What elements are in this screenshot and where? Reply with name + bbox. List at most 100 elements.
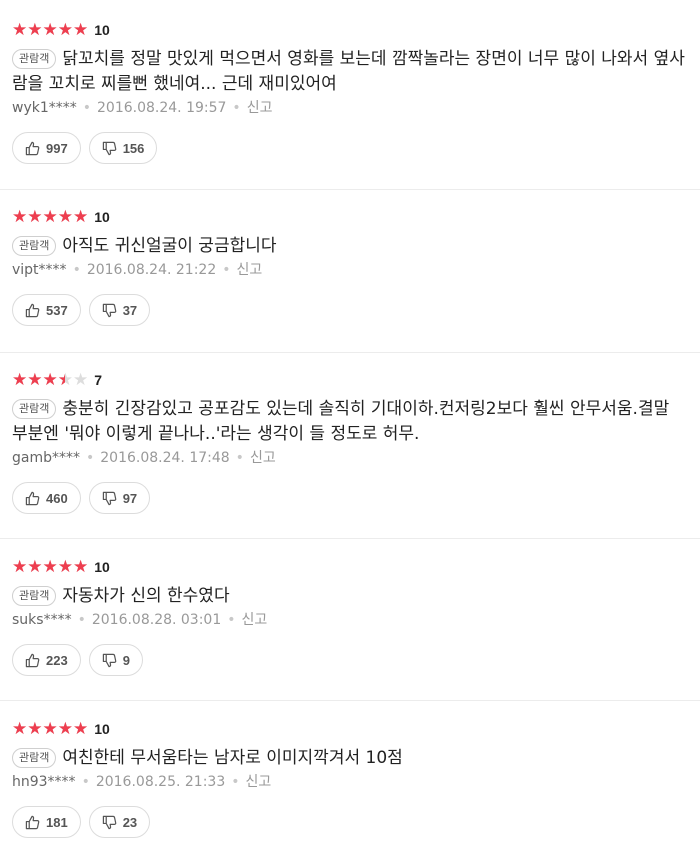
separator-dot: • xyxy=(232,100,241,116)
star-rating: ★★★★★★★★★★ xyxy=(12,370,89,390)
rating-score: 10 xyxy=(94,559,110,575)
review-list: ★★★★★ ★★★★★ 10 관람객 닭꼬치를 정말 맛있게 먹으면서 영화를 보는… xyxy=(0,0,700,852)
dislike-button[interactable]: 156 xyxy=(88,132,158,164)
review-comment-row: 관람객 자동차가 신의 한수였다 xyxy=(12,584,688,609)
thumbs-down-icon xyxy=(102,815,117,829)
rating-score: 10 xyxy=(94,209,110,225)
separator-dot: • xyxy=(231,774,240,790)
thumbs-up-icon xyxy=(25,303,40,317)
viewer-badge: 관람객 xyxy=(12,236,57,256)
like-button[interactable]: 223 xyxy=(12,644,81,676)
thumbs-down-icon xyxy=(102,491,117,505)
report-link[interactable]: 신고 xyxy=(246,774,272,790)
dislike-button[interactable]: 97 xyxy=(88,482,151,514)
review-meta: suks**** • 2016.08.28. 03:01 • 신고 xyxy=(12,610,688,630)
like-button[interactable]: 460 xyxy=(12,482,81,514)
thumbs-down-icon xyxy=(102,303,117,317)
review-item: ★★★★★ ★★★★★ 10 관람객 아직도 귀신얼굴이 궁금합니다 vipt***… xyxy=(0,189,700,326)
review-comment-row: 관람객 닭꼬치를 정말 맛있게 먹으면서 영화를 보는데 깜짝놀라는 장면이 너무… xyxy=(12,47,688,97)
report-link[interactable]: 신고 xyxy=(250,450,276,466)
thumbs-up-icon xyxy=(25,491,40,505)
rating-row: ★★★★★ ★★★★★ 10 xyxy=(12,719,688,739)
review-meta: vipt**** • 2016.08.24. 21:22 • 신고 xyxy=(12,260,688,280)
dislike-count: 156 xyxy=(122,140,145,156)
review-date: 2016.08.24. 19:57 xyxy=(97,100,227,116)
dislike-button[interactable]: 23 xyxy=(88,806,151,838)
like-count: 537 xyxy=(46,302,68,318)
dislike-button[interactable]: 9 xyxy=(88,644,143,676)
star-rating: ★★★★★★★★★★ xyxy=(12,719,89,739)
viewer-badge: 관람객 xyxy=(12,586,57,606)
thumbs-up-icon xyxy=(25,815,40,829)
review-text: 닭꼬치를 정말 맛있게 먹으면서 영화를 보는데 깜짝놀라는 장면이 너무 많이… xyxy=(12,49,685,94)
separator-dot: • xyxy=(81,774,90,790)
review-comment-row: 관람객 아직도 귀신얼굴이 궁금합니다 xyxy=(12,234,688,259)
like-button[interactable]: 537 xyxy=(12,294,81,326)
dislike-button[interactable]: 37 xyxy=(88,294,151,326)
review-item: ★★★★★★★★★★ 7 관람객충분히 긴장감있고 공포감도 있는데 솔직히 기… xyxy=(0,352,700,514)
viewer-badge: 관람객 xyxy=(12,748,57,768)
like-count: 997 xyxy=(46,140,68,156)
dislike-count: 23 xyxy=(122,814,138,830)
star-rating: ★★★★★★★★★★ xyxy=(12,557,89,577)
rating-row: ★★★★★★★★★★ 7 xyxy=(12,370,688,390)
rating-row: ★★★★★ ★★★★★ 10 xyxy=(12,557,688,577)
dislike-count: 9 xyxy=(122,652,130,668)
star-rating: ★★★★★★★★★★ xyxy=(12,20,89,40)
separator-dot: • xyxy=(86,450,95,466)
review-meta: hn93**** • 2016.08.25. 21:33 • 신고 xyxy=(12,772,688,792)
vote-row: 460 97 xyxy=(12,482,688,514)
rating-score: 10 xyxy=(94,22,110,38)
like-button[interactable]: 997 xyxy=(12,132,81,164)
review-text: 여친한테 무서움타는 남자로 이미지깍겨서 10점 xyxy=(62,748,403,768)
rating-score: 7 xyxy=(94,372,102,388)
star-rating: ★★★★★★★★★★ xyxy=(12,207,89,227)
like-button[interactable]: 181 xyxy=(12,806,81,838)
review-item: ★★★★★ ★★★★★ 10 관람객 닭꼬치를 정말 맛있게 먹으면서 영화를 보는… xyxy=(0,20,700,164)
separator-dot: • xyxy=(222,262,231,278)
rating-row: ★★★★★ ★★★★★ 10 xyxy=(12,20,688,40)
viewer-badge: 관람객 xyxy=(12,399,57,419)
review-text: 자동차가 신의 한수였다 xyxy=(62,586,230,606)
vote-row: 223 9 xyxy=(12,644,688,676)
review-item: ★★★★★ ★★★★★ 10 관람객 여친한테 무서움타는 남자로 이미지깍겨서 1… xyxy=(0,700,700,838)
review-comment-row: 관람객 여친한테 무서움타는 남자로 이미지깍겨서 10점 xyxy=(12,746,688,771)
like-count: 181 xyxy=(46,814,68,830)
review-date: 2016.08.24. 21:22 xyxy=(86,262,217,278)
review-author: vipt**** xyxy=(12,262,67,278)
like-count: 223 xyxy=(46,652,68,668)
viewer-badge: 관람객 xyxy=(12,49,57,69)
separator-dot: • xyxy=(82,100,92,116)
review-comment-row: 관람객 충분히 긴장감있고 공포감도 있는데 솔직히 기대이하.컨저링2보다 훨씬… xyxy=(12,397,688,447)
dislike-count: 37 xyxy=(122,302,138,318)
thumbs-up-icon xyxy=(25,653,40,667)
review-text: 아직도 귀신얼굴이 궁금합니다 xyxy=(62,236,277,256)
separator-dot: • xyxy=(72,262,81,278)
review-date: 2016.08.28. 03:01 xyxy=(91,612,222,628)
report-link[interactable]: 신고 xyxy=(237,262,263,278)
review-author: hn93**** xyxy=(12,774,76,790)
review-author: wyk1**** xyxy=(12,100,77,116)
separator-dot: • xyxy=(235,450,244,466)
review-meta: gamb**** • 2016.08.24. 17:48 • 신고 xyxy=(12,448,688,468)
review-meta: wyk1**** • 2016.08.24. 19:57 • 신고 xyxy=(12,98,688,118)
review-author: suks**** xyxy=(12,612,72,628)
vote-row: 537 37 xyxy=(12,294,688,326)
review-date: 2016.08.24. 17:48 xyxy=(100,450,230,466)
vote-row: 997 156 xyxy=(12,132,688,164)
rating-score: 10 xyxy=(94,721,110,737)
dislike-count: 97 xyxy=(122,490,138,506)
thumbs-up-icon xyxy=(25,141,40,155)
vote-row: 181 23 xyxy=(12,806,688,838)
separator-dot: • xyxy=(227,612,236,628)
rating-row: ★★★★★ ★★★★★ 10 xyxy=(12,207,688,227)
report-link[interactable]: 신고 xyxy=(242,612,268,628)
thumbs-down-icon xyxy=(102,141,117,155)
review-date: 2016.08.25. 21:33 xyxy=(95,774,226,790)
review-item: ★★★★★ ★★★★★ 10 관람객 자동차가 신의 한수였다 suks**** • 2… xyxy=(0,538,700,676)
review-text: 충분히 긴장감있고 공포감도 있는데 솔직히 기대이하.컨저링2보다 훨씬 안무… xyxy=(12,399,670,444)
thumbs-down-icon xyxy=(102,653,117,667)
like-count: 460 xyxy=(46,490,68,506)
report-link[interactable]: 신고 xyxy=(247,100,273,116)
separator-dot: • xyxy=(77,612,86,628)
